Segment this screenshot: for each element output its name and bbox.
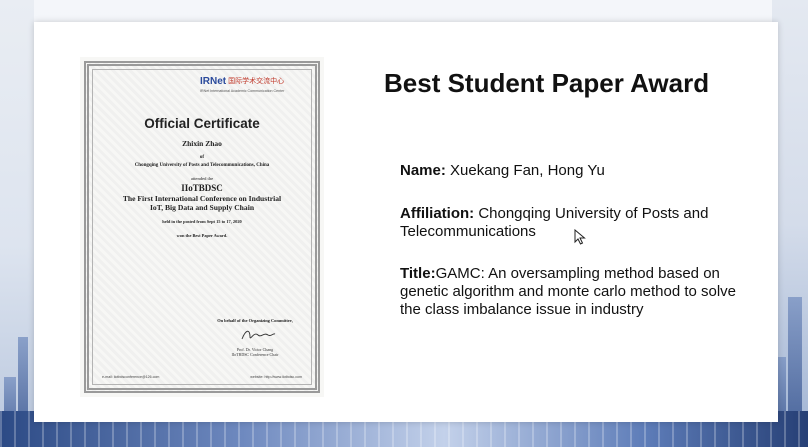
certificate-held: held in the posted from Sept 15 to 17, 2… [162, 219, 242, 224]
irnet-logo-subtitle: IRNet International Academic Communicati… [200, 89, 285, 93]
certificate-website: website: http://www.iiotbdsc.com [250, 375, 302, 379]
certificate-signer-role: IIoTBDSC Conference Chair [231, 352, 279, 357]
irnet-logo: IRNet 国际学术交流中心 IRNet International Academ… [200, 71, 300, 93]
certificate-recipient: Zhixin Zhao [182, 139, 222, 148]
certificate-conference-line1: The First International Conference on In… [122, 194, 282, 203]
name-value: Xuekang Fan, Hong Yu [445, 162, 605, 179]
award-title: Best Student Paper Award [384, 68, 710, 98]
certificate-affiliation: Chongqing University of Posts and Teleco… [134, 163, 270, 168]
certificate-of: of [199, 155, 205, 160]
certificate-won: won the Best Paper Award. [176, 233, 228, 238]
certificate-behalf: On behalf of the Organizing Committee, [217, 318, 293, 323]
certificate-attended: attended the [190, 176, 214, 181]
certificate-signer-block: Prof. Dr. Victor Chang IIoTBDSC Conferen… [200, 347, 310, 357]
slide-card: IRNet 国际学术交流中心 IRNet International Academ… [34, 22, 778, 422]
winner-affiliation: Affiliation: Chongqing University of Pos… [400, 205, 745, 241]
certificate-email: e-mail: iiotbdsconference@126.com [102, 375, 160, 379]
paper-title: Title:GAMC: An oversampling method based… [400, 265, 745, 319]
winner-name: Name: Xuekang Fan, Hong Yu [400, 162, 745, 180]
affiliation-label: Affiliation: [400, 205, 475, 222]
signature-icon [241, 330, 276, 340]
mouse-pointer-icon [574, 229, 586, 245]
certificate-conference-line2: IoT, Big Data and Supply Chain [149, 203, 255, 212]
name-label: Name: [400, 162, 446, 179]
certificate-image: IRNet 国际学术交流中心 IRNet International Academ… [80, 57, 324, 397]
certificate-heading: Official Certificate [144, 116, 260, 131]
irnet-logo-chinese: 国际学术交流中心 [228, 77, 285, 85]
certificate-conference-abbr: IIoTBDSC [181, 183, 223, 193]
paper-title-label: Title: [400, 265, 436, 282]
paper-title-value: GAMC: An oversampling method based on ge… [400, 265, 737, 318]
irnet-logo-text: IRNet [200, 76, 227, 87]
